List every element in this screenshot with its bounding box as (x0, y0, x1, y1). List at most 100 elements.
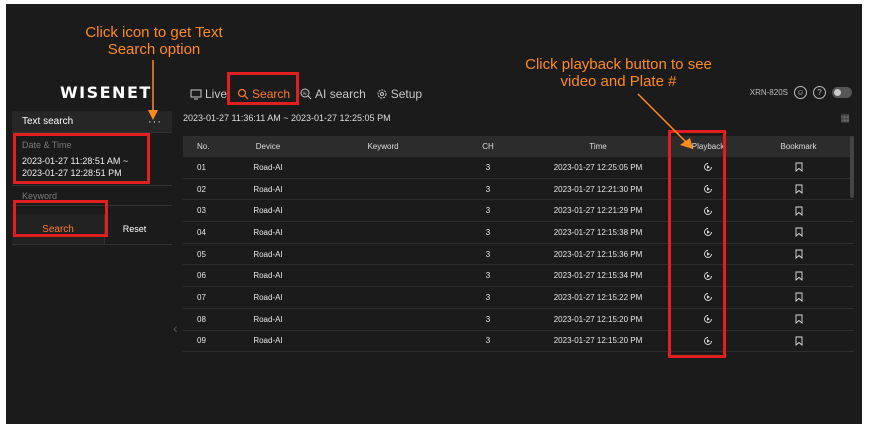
bookmark-cell (743, 206, 854, 216)
cell-ch: 3 (485, 184, 491, 194)
ai-search-icon: AI (300, 88, 312, 100)
tab-ai-search[interactable]: AI AI search (300, 87, 366, 101)
wisenet-logo: WISENET (60, 83, 152, 102)
top-nav: Live Search AI AI search Setup (190, 84, 432, 104)
col-bookmark: Bookmark (780, 142, 817, 151)
table-row[interactable]: 09 Road-AI 3 2023-01-27 12:15:20 PM (183, 331, 854, 353)
user-icon[interactable]: ☺ (794, 86, 807, 99)
search-icon (237, 88, 249, 100)
date-from: 2023-01-27 11:28:51 AM ~ (22, 156, 129, 166)
help-icon[interactable]: ? (813, 86, 826, 99)
playback-icon[interactable] (703, 292, 713, 302)
bookmark-icon[interactable] (795, 271, 803, 281)
search-button[interactable]: Search (12, 214, 104, 244)
col-keyword: Keyword (367, 142, 399, 151)
cell-time: 2023-01-27 12:25:05 PM (553, 162, 643, 172)
date-time-field[interactable]: Date & Time 2023-01-27 11:28:51 AM ~ 202… (12, 133, 172, 186)
reset-button[interactable]: Reset (104, 214, 164, 244)
playback-icon[interactable] (703, 314, 713, 324)
col-ch: CH (482, 142, 494, 151)
cell-no: 01 (197, 162, 206, 172)
collapse-panel-icon[interactable]: ‹ (173, 320, 178, 336)
cell-ch: 3 (485, 249, 491, 259)
playback-cell (673, 249, 743, 259)
tab-setup[interactable]: Setup (376, 87, 422, 101)
col-device: Device (255, 142, 281, 151)
bookmark-icon[interactable] (795, 249, 803, 260)
panel-divider (12, 244, 172, 245)
bookmark-icon[interactable] (795, 336, 803, 346)
keyword-field[interactable]: Keyword (12, 186, 172, 206)
bookmark-icon[interactable] (795, 206, 803, 216)
theme-toggle[interactable] (832, 87, 852, 98)
cell-ch: 3 (485, 206, 491, 216)
cell-time: 2023-01-27 12:15:38 PM (553, 227, 643, 237)
annotation-text-search: Click icon to get Text Search option (85, 24, 223, 58)
tab-setup-label: Setup (390, 87, 423, 101)
text-search-panel: Text search ··· Date & Time 2023-01-27 1… (12, 111, 172, 244)
cell-device: Road-AI (253, 314, 283, 324)
table-row[interactable]: 02 Road-AI 3 2023-01-27 12:21:30 PM (183, 179, 854, 201)
cell-device: Road-AI (253, 271, 283, 281)
playback-icon[interactable] (703, 162, 713, 172)
panel-title: Text search (22, 116, 74, 127)
table-row[interactable]: 07 Road-AI 3 2023-01-27 12:15:22 PM (183, 287, 854, 309)
playback-icon[interactable] (703, 336, 713, 346)
cell-time: 2023-01-27 12:15:34 PM (553, 271, 643, 281)
bookmark-cell (743, 271, 854, 281)
playback-icon[interactable] (703, 227, 713, 237)
cell-no: 03 (197, 206, 206, 216)
table-header: No. Device Keyword CH Time Playback Book… (183, 136, 854, 157)
cell-no: 02 (197, 184, 206, 194)
table-row[interactable]: 04 Road-AI 3 2023-01-27 12:15:38 PM (183, 222, 854, 244)
date-to: 2023-01-27 12:28:51 PM (22, 168, 122, 178)
table-scrollbar[interactable] (850, 136, 854, 198)
bookmark-icon[interactable] (795, 227, 803, 238)
results-table: No. Device Keyword CH Time Playback Book… (183, 136, 854, 353)
monitor-icon (190, 89, 202, 99)
layout-grid-icon[interactable]: ▦ (841, 113, 850, 124)
playback-icon[interactable] (703, 271, 713, 281)
annotation-playback: Click playback button to see video and P… (525, 56, 712, 90)
bookmark-cell (743, 336, 854, 346)
bookmark-icon[interactable] (795, 292, 803, 303)
cell-device: Road-AI (253, 292, 283, 302)
table-row[interactable]: 03 Road-AI 3 2023-01-27 12:21:29 PM (183, 200, 854, 223)
bookmark-icon[interactable] (795, 162, 803, 173)
table-row[interactable]: 08 Road-AI 3 2023-01-27 12:15:20 PM (183, 309, 854, 331)
table-row[interactable]: 05 Road-AI 3 2023-01-27 12:15:36 PM (183, 244, 854, 266)
playback-icon[interactable] (703, 184, 713, 194)
cell-time: 2023-01-27 12:15:20 PM (553, 336, 643, 346)
annotation-arrow-left (148, 60, 158, 120)
tab-search[interactable]: Search (237, 87, 290, 101)
table-body: 01 Road-AI 3 2023-01-27 12:25:05 PM 02 Road-A… (183, 157, 854, 353)
panel-buttons: Search Reset (12, 214, 172, 244)
cell-no: 06 (197, 271, 206, 281)
playback-icon[interactable] (703, 249, 713, 259)
table-row[interactable]: 06 Road-AI 3 2023-01-27 12:15:34 PM (183, 265, 854, 288)
playback-icon[interactable] (703, 206, 713, 216)
date-time-label: Date & Time (22, 140, 72, 150)
cell-ch: 3 (485, 336, 491, 346)
header-tools: XRN-820S ☺ ? (750, 86, 852, 99)
bookmark-cell (743, 162, 854, 173)
bookmark-icon[interactable] (795, 314, 803, 325)
cell-ch: 3 (485, 227, 491, 237)
bookmark-icon[interactable] (795, 184, 803, 194)
cell-time: 2023-01-27 12:21:30 PM (553, 184, 643, 194)
playback-cell (673, 184, 743, 194)
table-row[interactable]: 01 Road-AI 3 2023-01-27 12:25:05 PM (183, 157, 854, 179)
cell-time: 2023-01-27 12:15:36 PM (553, 249, 643, 259)
cell-time: 2023-01-27 12:21:29 PM (553, 206, 643, 216)
cell-no: 09 (197, 336, 206, 346)
cell-ch: 3 (485, 314, 491, 324)
tab-ai-search-label: AI search (315, 87, 366, 101)
annotation-arrow-right (637, 93, 693, 149)
playback-cell (673, 206, 743, 216)
device-model: XRN-820S (749, 88, 788, 97)
playback-cell (673, 271, 743, 281)
cell-device: Road-AI (253, 249, 283, 259)
cell-device: Road-AI (253, 227, 283, 237)
tab-live[interactable]: Live (190, 87, 227, 101)
cell-no: 05 (197, 249, 206, 259)
